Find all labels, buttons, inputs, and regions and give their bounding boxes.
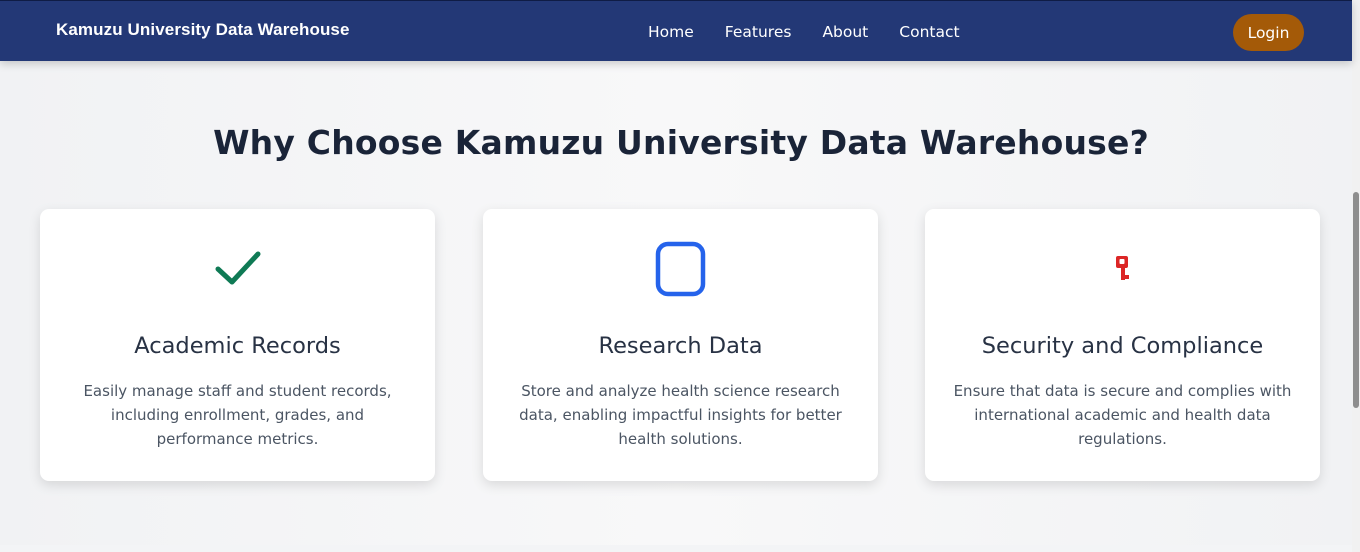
card-description: Ensure that data is secure and complies … (953, 382, 1292, 448)
features-section: Why Choose Kamuzu University Data Wareho… (0, 61, 1352, 545)
section-heading: Why Choose Kamuzu University Data Wareho… (213, 123, 1149, 162)
scrollbar-thumb[interactable] (1353, 192, 1359, 408)
feature-card-research-data: Research Data Store and analyze health s… (483, 209, 878, 481)
card-title: Research Data (598, 333, 763, 359)
card-title: Academic Records (134, 333, 341, 359)
card-description: Easily manage staff and student records,… (83, 382, 392, 448)
card-title: Security and Compliance (981, 333, 1264, 359)
nav-link-features[interactable]: Features (725, 23, 792, 41)
card-description: Store and analyze health science researc… (519, 382, 842, 448)
top-navbar: Kamuzu University Data Warehouse Home Fe… (0, 0, 1352, 61)
checkmark-icon (40, 237, 435, 301)
login-button[interactable]: Login (1233, 14, 1304, 51)
nav-link-about[interactable]: About (822, 23, 868, 41)
page-scrollbar[interactable] (1352, 0, 1360, 552)
brand-title[interactable]: Kamuzu University Data Warehouse (56, 20, 350, 40)
square-icon (483, 237, 878, 301)
nav-link-home[interactable]: Home (648, 23, 694, 41)
key-icon (925, 237, 1320, 301)
feature-card-academic-records: Academic Records Easily manage staff and… (40, 209, 435, 481)
feature-card-security-compliance: Security and Compliance Ensure that data… (925, 209, 1320, 481)
nav-link-contact[interactable]: Contact (899, 23, 959, 41)
main-nav: Home Features About Contact (648, 23, 960, 41)
